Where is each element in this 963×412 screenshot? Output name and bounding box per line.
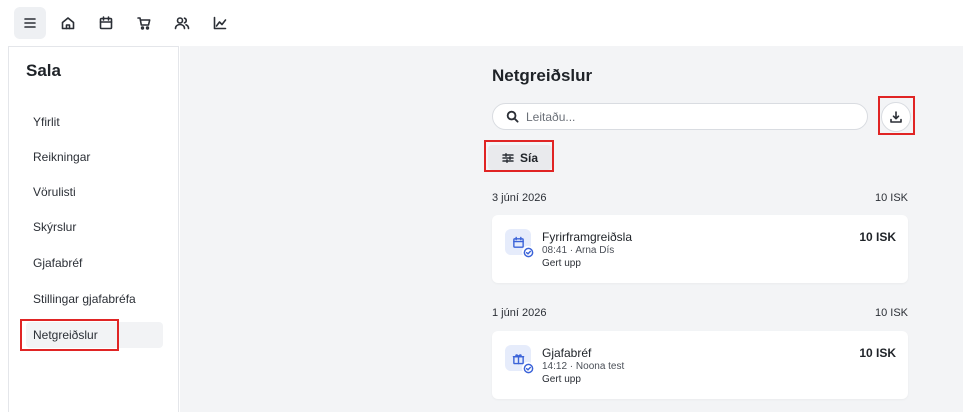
sidebar-item-skyrslur[interactable]: Skýrslur [26, 214, 76, 240]
sidebar-item-yfirlit[interactable]: Yfirlit [26, 109, 60, 135]
group-total: 10 ISK [874, 192, 908, 204]
menu-icon [24, 18, 36, 28]
payment-amount: 10 ISK [859, 230, 896, 244]
download-icon [890, 111, 902, 123]
home-icon [61, 17, 75, 30]
search-icon [506, 110, 519, 123]
sidebar-item-reikningar[interactable]: Reikningar [26, 144, 90, 170]
filter-label: Sía [519, 150, 538, 165]
sidebar-item-gjafabref[interactable]: Gjafabréf [26, 250, 82, 276]
main-content: Netgreiðslur Sía 3 júní 2026 10 ISK Fyri… [180, 46, 963, 412]
date-group-header: 3 júní 2026 10 ISK [492, 192, 908, 204]
download-button[interactable] [881, 102, 911, 132]
cart-icon [137, 17, 151, 30]
nav-menu-button[interactable] [14, 7, 46, 39]
group-total: 10 ISK [874, 307, 908, 319]
top-nav [0, 0, 963, 46]
sidebar-item-vorulisti[interactable]: Vörulisti [26, 179, 76, 205]
payment-status: Gert upp [542, 258, 581, 269]
nav-cart-button[interactable] [128, 7, 160, 39]
payment-meta: 08:41 · Arna Dís [542, 245, 615, 256]
chart-icon [213, 16, 227, 30]
payment-card[interactable]: Fyrirframgreiðsla 08:41 · Arna Dís Gert … [492, 215, 908, 283]
filter-button[interactable]: Sía [488, 145, 552, 170]
sidebar: Sala Yfirlit Reikningar Vörulisti Skýrsl… [8, 46, 179, 412]
payment-name: Gjafabréf [542, 346, 592, 360]
users-icon [174, 17, 190, 30]
check-circle-icon [522, 246, 534, 258]
date-group-header: 1 júní 2026 10 ISK [492, 307, 908, 319]
check-circle-icon [522, 362, 534, 374]
filter-icon [502, 152, 514, 163]
nav-calendar-button[interactable] [90, 7, 122, 39]
payment-amount: 10 ISK [859, 346, 896, 360]
sidebar-item-netgreidslur[interactable]: Netgreiðslur [26, 322, 163, 348]
sidebar-title: Sala [26, 61, 61, 80]
sidebar-item-stillingar-gjafabrefa[interactable]: Stillingar gjafabréfa [26, 286, 136, 312]
nav-chart-button[interactable] [204, 7, 236, 39]
search-input[interactable] [526, 109, 846, 124]
group-date: 1 júní 2026 [492, 307, 547, 319]
nav-home-button[interactable] [52, 7, 84, 39]
payment-card[interactable]: Gjafabréf 14:12 · Noona test Gert upp 10… [492, 331, 908, 399]
search-bar[interactable] [492, 103, 868, 130]
page-title: Netgreiðslur [492, 66, 593, 85]
nav-users-button[interactable] [166, 7, 198, 39]
payment-name: Fyrirframgreiðsla [542, 230, 633, 244]
payment-status: Gert upp [542, 374, 581, 385]
payment-meta: 14:12 · Noona test [542, 361, 625, 372]
group-date: 3 júní 2026 [492, 192, 547, 204]
calendar-icon [99, 16, 113, 30]
